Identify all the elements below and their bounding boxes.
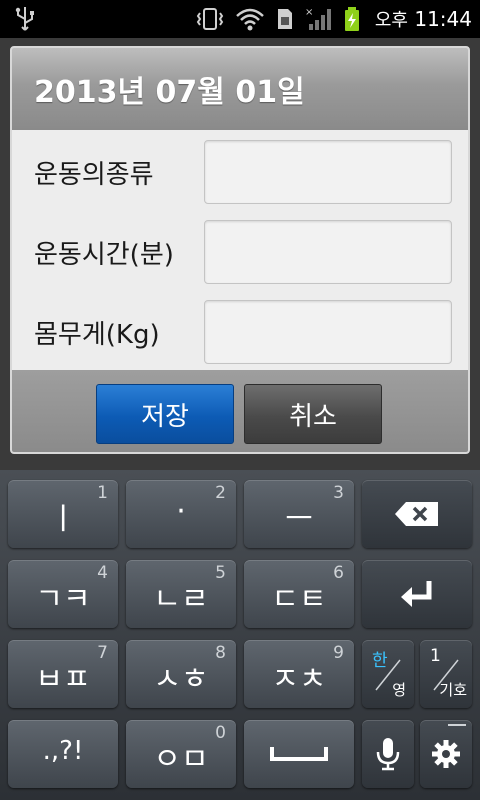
battery-charging-icon bbox=[344, 7, 359, 31]
key-char: ㅡ bbox=[285, 502, 313, 537]
clock-time: 11:44 bbox=[414, 7, 472, 31]
exercise-time-input[interactable] bbox=[204, 220, 452, 284]
lang-english-label: 영 bbox=[392, 681, 406, 699]
dialog-title: 2013년 07월 01일 bbox=[12, 48, 468, 130]
weight-label: 몸무게(Kg) bbox=[34, 319, 160, 350]
clock-ampm: 오후 bbox=[374, 10, 408, 31]
enter-icon bbox=[401, 581, 432, 607]
sim-card-icon bbox=[277, 9, 292, 29]
key-eu-vowel[interactable]: 3 ㅡ bbox=[244, 480, 354, 548]
signal-icon: × bbox=[305, 7, 331, 30]
vibrate-icon bbox=[196, 8, 224, 30]
exercise-time-row: 운동시간(분) bbox=[12, 220, 468, 284]
key-char: ㅅㅎ bbox=[153, 662, 209, 697]
key-i-vowel[interactable]: 1 ㅣ bbox=[8, 480, 118, 548]
save-button[interactable]: 저장 bbox=[96, 384, 234, 444]
gear-icon bbox=[432, 740, 460, 768]
key-char: ㄷㅌ bbox=[271, 582, 327, 617]
key-char: ㄴㄹ bbox=[153, 582, 209, 617]
wifi-icon bbox=[236, 8, 264, 31]
dialog-button-bar: 저장 취소 bbox=[12, 370, 468, 452]
microphone-icon bbox=[376, 738, 400, 771]
voice-input-key[interactable] bbox=[362, 720, 414, 788]
key-dot-vowel[interactable]: 2 · bbox=[126, 480, 236, 548]
key-b-p[interactable]: 7 ㅂㅍ bbox=[8, 640, 118, 708]
enter-key[interactable] bbox=[362, 560, 472, 628]
key-char: ㅇㅁ bbox=[153, 742, 209, 777]
dialog-body: 운동의종류 운동시간(분) 몸무게(Kg) bbox=[12, 130, 468, 370]
exercise-type-label: 운동의종류 bbox=[34, 159, 154, 190]
symbol-label: 기호 bbox=[439, 681, 467, 699]
settings-key[interactable] bbox=[420, 720, 472, 788]
key-ng-m[interactable]: 0 ㅇㅁ bbox=[126, 720, 236, 788]
key-s-h[interactable]: 8 ㅅㅎ bbox=[126, 640, 236, 708]
key-char: ㅣ bbox=[49, 502, 77, 537]
key-punctuation[interactable]: .,?! bbox=[8, 720, 118, 788]
key-char: ㅂㅍ bbox=[35, 662, 91, 697]
key-char: .,?! bbox=[42, 736, 84, 766]
exercise-time-label: 운동시간(분) bbox=[34, 239, 174, 270]
key-char: ㅈㅊ bbox=[271, 662, 327, 697]
key-char: · bbox=[176, 494, 186, 529]
exercise-type-input[interactable] bbox=[204, 140, 452, 204]
svg-text:×: × bbox=[305, 7, 313, 18]
cancel-button[interactable]: 취소 bbox=[244, 384, 382, 444]
key-g-k[interactable]: 4 ㄱㅋ bbox=[8, 560, 118, 628]
clock: 오후 11:44 bbox=[375, 6, 472, 32]
symbol-key[interactable]: 1 기호 bbox=[420, 640, 472, 708]
weight-row: 몸무게(Kg) bbox=[12, 300, 468, 364]
key-j-ch[interactable]: 9 ㅈㅊ bbox=[244, 640, 354, 708]
status-bar: × 오후 11:44 bbox=[0, 0, 480, 38]
backspace-key[interactable] bbox=[362, 480, 472, 548]
space-key[interactable] bbox=[244, 720, 354, 788]
korean-keyboard: 1 ㅣ 2 · 3 ㅡ 4 ㄱㅋ 5 ㄴㄹ 6 ㄷㅌ 7 ㅂㅍ 8 ㅅㅎ 9 ㅈ… bbox=[0, 470, 480, 800]
key-n-r[interactable]: 5 ㄴㄹ bbox=[126, 560, 236, 628]
key-char: ㄱㅋ bbox=[35, 582, 91, 617]
language-toggle-key[interactable]: 한 영 bbox=[362, 640, 414, 708]
weight-input[interactable] bbox=[204, 300, 452, 364]
key-d-t[interactable]: 6 ㄷㅌ bbox=[244, 560, 354, 628]
exercise-type-row: 운동의종류 bbox=[12, 140, 468, 204]
backspace-icon bbox=[395, 502, 438, 526]
usb-icon bbox=[15, 7, 34, 31]
exercise-dialog: 2013년 07월 01일 운동의종류 운동시간(분) 몸무게(Kg) 저장 취… bbox=[10, 46, 470, 454]
space-icon bbox=[270, 747, 328, 761]
